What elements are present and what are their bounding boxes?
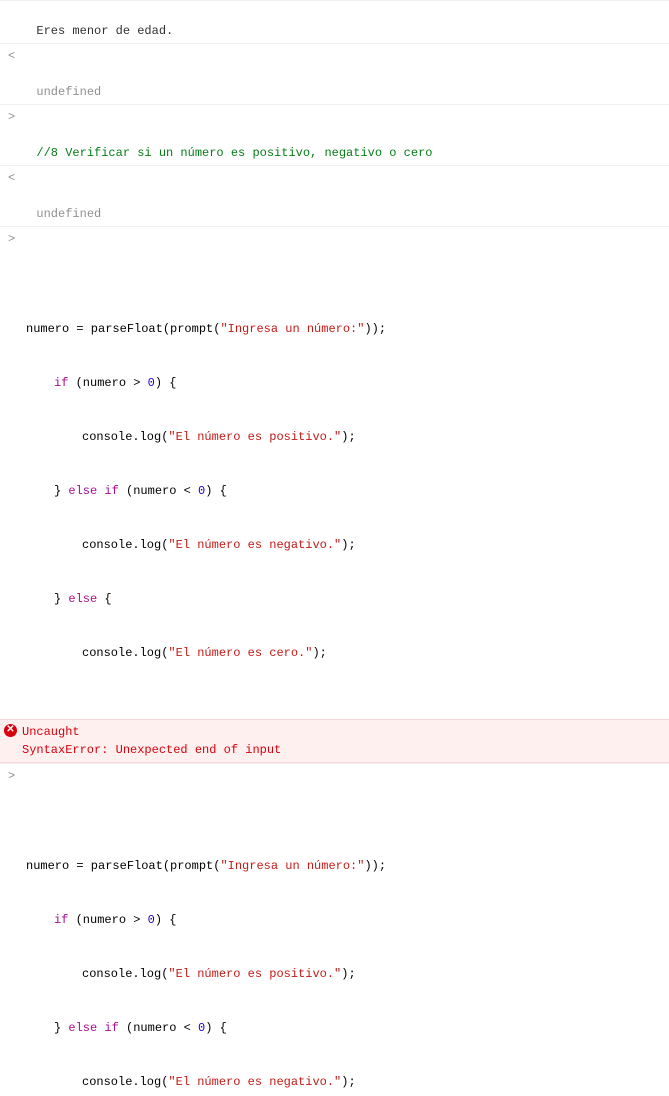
code-line: } else {	[26, 590, 665, 608]
code-block: numero = parseFloat(prompt("Ingresa un n…	[22, 821, 665, 1096]
string-literal: "El número es cero."	[168, 646, 312, 660]
number-literal: 0	[148, 913, 155, 927]
code-text: ));	[364, 859, 386, 873]
string-literal: "El número es positivo."	[168, 430, 341, 444]
error-title: Uncaught	[22, 723, 665, 741]
number-literal: 0	[198, 1021, 205, 1035]
code-line: console.log("El número es negativo.");	[26, 536, 665, 554]
code-line: numero = parseFloat(prompt("Ingresa un n…	[26, 857, 665, 875]
code-text: );	[341, 538, 355, 552]
string-literal: "El número es positivo."	[168, 967, 341, 981]
error-icon: ✕	[4, 724, 17, 737]
code-line: console.log("El número es cero.");	[26, 644, 665, 662]
code-text: }	[54, 592, 68, 606]
code-text: numero = parseFloat(prompt(	[26, 322, 220, 336]
console-input-line[interactable]: > numero = parseFloat(prompt("Ingresa un…	[0, 226, 669, 719]
keyword: else	[68, 1021, 97, 1035]
console-return-line: < undefined	[0, 43, 669, 104]
keyword: if	[97, 484, 119, 498]
keyword: if	[54, 913, 68, 927]
number-literal: 0	[148, 376, 155, 390]
console-output-line: Eres menor de edad.	[0, 0, 669, 43]
output-text: Eres menor de edad.	[36, 24, 173, 38]
keyword: if	[97, 1021, 119, 1035]
code-block: numero = parseFloat(prompt("Ingresa un n…	[22, 284, 665, 698]
code-text: ));	[364, 322, 386, 336]
code-text: );	[341, 967, 355, 981]
code-text: );	[341, 430, 355, 444]
console-input-line[interactable]: > //8 Verificar si un número es positivo…	[0, 104, 669, 165]
keyword: else	[68, 484, 97, 498]
code-text: ) {	[205, 1021, 227, 1035]
code-text: );	[312, 646, 326, 660]
code-text: console.log(	[82, 967, 168, 981]
code-line: } else if (numero < 0) {	[26, 1019, 665, 1037]
string-literal: "Ingresa un número:"	[220, 322, 364, 336]
string-literal: "Ingresa un número:"	[220, 859, 364, 873]
code-line: } else if (numero < 0) {	[26, 482, 665, 500]
code-line: if (numero > 0) {	[26, 911, 665, 929]
code-text: console.log(	[82, 646, 168, 660]
code-text: ) {	[155, 376, 177, 390]
code-text: console.log(	[82, 430, 168, 444]
code-text: console.log(	[82, 538, 168, 552]
comment-text: //8 Verificar si un número es positivo, …	[36, 146, 432, 160]
code-text: (numero <	[119, 484, 198, 498]
keyword: else	[68, 592, 97, 606]
code-text: (numero >	[68, 376, 147, 390]
output-marker-icon: <	[8, 169, 15, 187]
code-text: (numero <	[119, 1021, 198, 1035]
undefined-value: undefined	[36, 85, 101, 99]
console-error-line[interactable]: ✕ Uncaught SyntaxError: Unexpected end o…	[0, 719, 669, 763]
console-input-line[interactable]: > numero = parseFloat(prompt("Ingresa un…	[0, 763, 669, 1096]
input-marker-icon: >	[8, 767, 15, 785]
console-return-line: < undefined	[0, 165, 669, 226]
input-marker-icon: >	[8, 230, 15, 248]
code-text: ) {	[205, 484, 227, 498]
code-text: {	[97, 592, 111, 606]
error-body: SyntaxError: Unexpected end of input	[22, 741, 665, 759]
undefined-value: undefined	[36, 207, 101, 221]
code-text: ) {	[155, 913, 177, 927]
code-line: console.log("El número es positivo.");	[26, 428, 665, 446]
code-line: numero = parseFloat(prompt("Ingresa un n…	[26, 320, 665, 338]
code-line: console.log("El número es positivo.");	[26, 965, 665, 983]
keyword: if	[54, 376, 68, 390]
input-marker-icon: >	[8, 108, 15, 126]
code-line: if (numero > 0) {	[26, 374, 665, 392]
code-text: (numero >	[68, 913, 147, 927]
code-text: );	[341, 1075, 355, 1089]
code-text: console.log(	[82, 1075, 168, 1089]
code-text: }	[54, 484, 68, 498]
string-literal: "El número es negativo."	[168, 1075, 341, 1089]
output-marker-icon: <	[8, 47, 15, 65]
string-literal: "El número es negativo."	[168, 538, 341, 552]
code-text: numero = parseFloat(prompt(	[26, 859, 220, 873]
code-text: }	[54, 1021, 68, 1035]
code-line: console.log("El número es negativo.");	[26, 1073, 665, 1091]
